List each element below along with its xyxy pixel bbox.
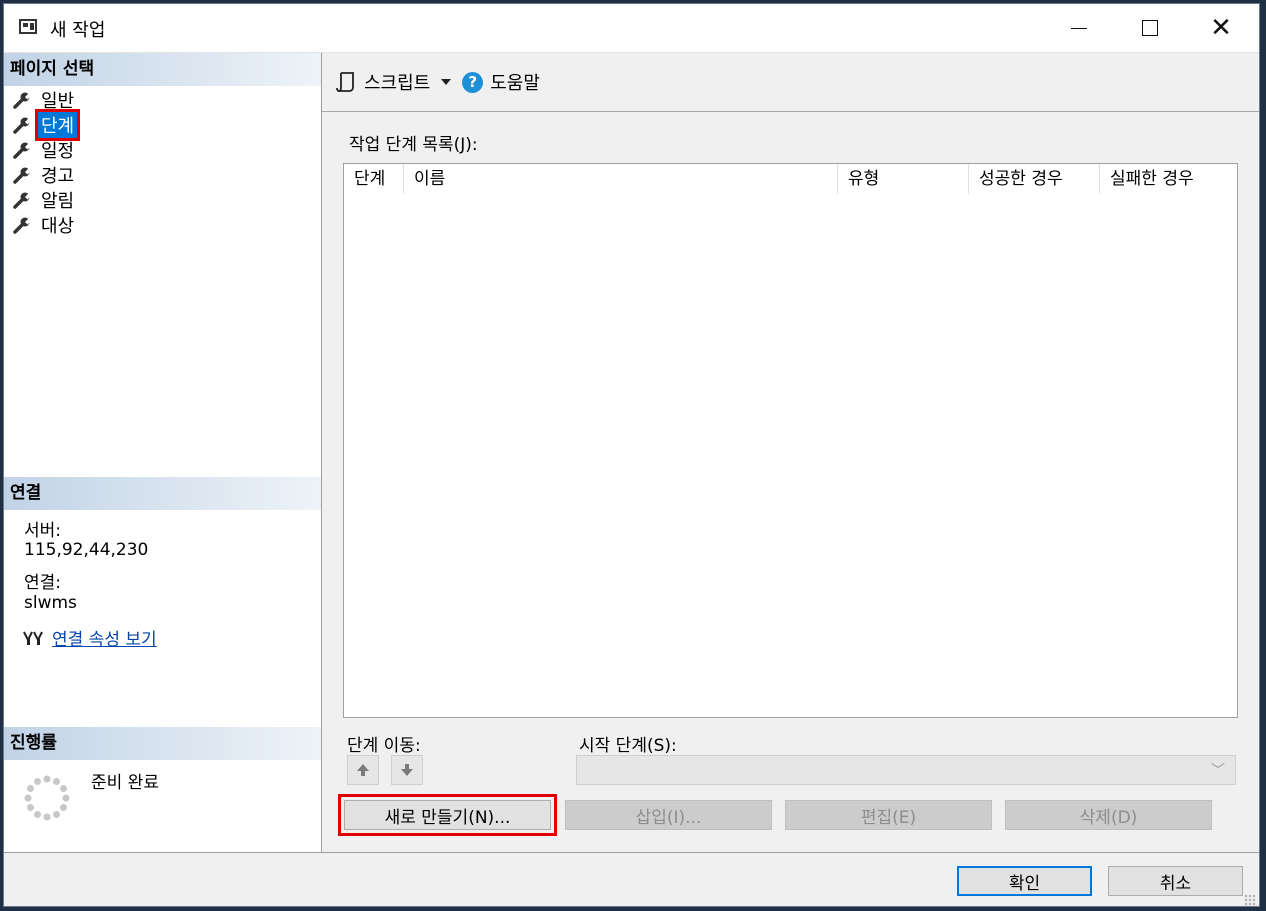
progress-header: 진행률 xyxy=(4,727,321,760)
page-item-label: 알림 xyxy=(41,191,75,212)
wrench-icon xyxy=(13,92,31,109)
resize-grip[interactable] xyxy=(1244,894,1256,906)
server-label: 서버: xyxy=(24,521,62,541)
progress-status: 준비 완료 xyxy=(91,773,159,793)
page-item-general[interactable]: 일반 xyxy=(13,88,77,112)
page-item-alerts[interactable]: 경고 xyxy=(13,163,77,187)
column-header-step[interactable]: 단계 xyxy=(344,164,404,194)
connection-value: slwms xyxy=(24,593,77,613)
page-item-label: 단계 xyxy=(34,109,81,141)
connection-header: 연결 xyxy=(4,477,321,510)
arrow-down-icon xyxy=(401,764,413,776)
page-item-label: 대상 xyxy=(41,216,75,237)
minimize-icon xyxy=(1071,27,1087,29)
column-header-type[interactable]: 유형 xyxy=(838,164,969,194)
move-step-label: 단계 이동: xyxy=(347,736,421,756)
script-button[interactable]: 스크립트 xyxy=(336,69,430,95)
step-list-label: 작업 단계 목록(J): xyxy=(349,135,478,155)
delete-step-button[interactable]: 삭제(D) xyxy=(1005,800,1212,830)
start-step-label: 시작 단계(S): xyxy=(579,736,677,756)
wrench-icon xyxy=(13,142,31,159)
page-item-label: 일정 xyxy=(41,141,75,162)
wrench-icon xyxy=(13,217,31,234)
help-icon: ? xyxy=(462,71,484,93)
step-list-header: 단계 이름 유형 성공한 경우 실패한 경우 xyxy=(344,164,1237,194)
wrench-icon xyxy=(13,117,31,134)
start-step-select[interactable]: ﹀ xyxy=(576,755,1236,785)
insert-step-button[interactable]: 삽입(I)... xyxy=(565,800,772,830)
progress-spinner-icon xyxy=(24,775,70,821)
wrench-icon xyxy=(13,167,31,184)
page-item-notifications[interactable]: 알림 xyxy=(13,188,77,212)
title-bar: 새 작업 ✕ xyxy=(4,4,1259,53)
dialog-window: 새 작업 ✕ 페이지 선택 일반 단계 일정 경고 알림 대상 연결 서버: 1… xyxy=(3,3,1260,907)
window-icon xyxy=(19,19,37,34)
column-header-on-success[interactable]: 성공한 경우 xyxy=(969,164,1100,194)
view-connection-properties[interactable]: 연결 속성 보기 xyxy=(22,625,157,650)
minimize-button[interactable] xyxy=(1044,4,1114,52)
connection-label: 연결: xyxy=(24,573,62,593)
new-step-button[interactable]: 새로 만들기(N)... xyxy=(338,794,557,836)
window-title: 새 작업 xyxy=(50,20,106,41)
caret-down-icon xyxy=(441,79,452,85)
script-dropdown-button[interactable] xyxy=(440,78,452,86)
close-icon: ✕ xyxy=(1210,13,1232,43)
move-down-button[interactable] xyxy=(391,755,423,785)
toolbar: 스크립트 ? 도움말 xyxy=(322,53,1259,112)
script-icon xyxy=(336,72,354,92)
page-item-targets[interactable]: 대상 xyxy=(13,213,77,237)
column-header-name[interactable]: 이름 xyxy=(404,164,838,194)
page-item-schedules[interactable]: 일정 xyxy=(13,138,77,162)
step-list[interactable]: 단계 이름 유형 성공한 경우 실패한 경우 xyxy=(343,163,1238,718)
view-connection-properties-link[interactable]: 연결 속성 보기 xyxy=(52,625,157,650)
wrench-icon xyxy=(13,192,31,209)
connection-properties-icon xyxy=(23,631,43,645)
help-button[interactable]: ? 도움말 xyxy=(462,69,540,95)
page-item-label: 일반 xyxy=(41,91,75,112)
script-label: 스크립트 xyxy=(364,73,431,94)
left-pane: 페이지 선택 일반 단계 일정 경고 알림 대상 연결 서버: 115,92,4… xyxy=(4,53,322,852)
page-select-header: 페이지 선택 xyxy=(4,53,321,86)
move-up-button[interactable] xyxy=(347,755,379,785)
edit-step-button[interactable]: 편집(E) xyxy=(785,800,992,830)
close-button[interactable]: ✕ xyxy=(1186,4,1256,52)
page-item-label: 경고 xyxy=(41,166,75,187)
column-header-on-failure[interactable]: 실패한 경우 xyxy=(1100,164,1237,194)
arrow-up-icon xyxy=(357,764,369,776)
chevron-down-icon: ﹀ xyxy=(1211,763,1225,779)
help-label: 도움말 xyxy=(490,73,540,94)
maximize-icon xyxy=(1142,20,1158,36)
dialog-footer: 확인 취소 xyxy=(4,852,1259,909)
ok-button[interactable]: 확인 xyxy=(957,866,1092,896)
maximize-button[interactable] xyxy=(1115,4,1185,52)
server-value: 115,92,44,230 xyxy=(24,540,149,560)
cancel-button[interactable]: 취소 xyxy=(1108,866,1243,896)
page-item-steps[interactable]: 단계 xyxy=(13,109,81,141)
